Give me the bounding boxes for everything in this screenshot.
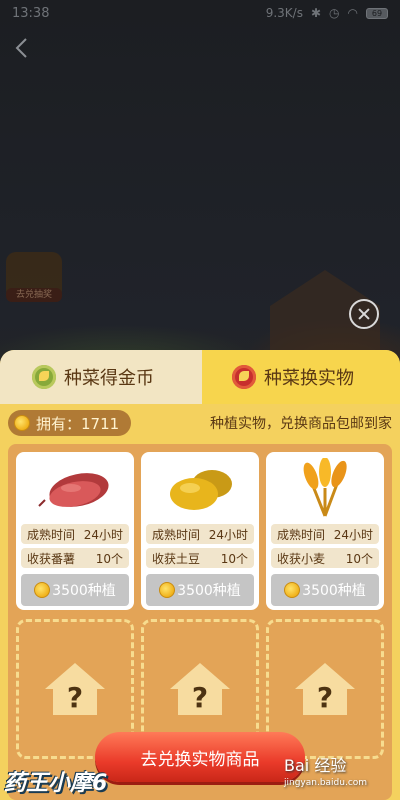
maturity-row: 成熟时间 24小时 — [146, 524, 254, 544]
owned-label: 拥有：1711 — [36, 414, 120, 433]
plant-price: 3500种植 — [177, 583, 241, 599]
owned-row: 拥有：1711 种植实物，兑换商品包邮到家 — [0, 408, 400, 438]
network-speed: 9.3K/s — [265, 6, 303, 20]
svg-text:?: ? — [192, 681, 208, 714]
lottery-badge-label: 去兑抽奖 — [6, 288, 62, 302]
locked-house-icon: ? — [295, 663, 355, 715]
coin-icon — [159, 582, 176, 598]
tab-exchange-goods[interactable]: 种菜换实物 — [202, 350, 400, 404]
plant-price: 3500种植 — [52, 583, 116, 599]
locked-house-icon: ? — [45, 663, 105, 715]
locked-house-icon: ? — [170, 663, 230, 715]
plant-price: 3500种植 — [302, 583, 366, 599]
maturity-label: 成熟时间 — [152, 527, 201, 542]
potato-icon — [146, 456, 254, 520]
coin-plant-icon — [32, 365, 56, 389]
wheat-icon — [271, 456, 379, 520]
crop-card-wheat[interactable]: 成熟时间 24小时 收获小麦 10个 3500种植 — [266, 452, 384, 610]
harvest-label: 收获土豆 — [152, 551, 201, 566]
watermark-baidu-label: Bai 经验 — [284, 756, 347, 775]
svg-text:?: ? — [317, 681, 333, 714]
harvest-count: 10个 — [345, 551, 373, 566]
watermark-baidu: Bai 经验 jingyan.baidu.com — [284, 752, 367, 788]
maturity-label: 成熟时间 — [27, 527, 76, 542]
plant-button[interactable]: 3500种植 — [21, 574, 129, 606]
sweet-potato-icon — [21, 456, 129, 520]
close-button[interactable] — [349, 299, 379, 329]
coin-icon — [284, 582, 301, 598]
leaf-icon — [232, 365, 256, 389]
status-time: 13:38 — [12, 5, 50, 21]
status-bar: 13:38 9.3K/s ✱ ◷ ◠ 69 — [0, 0, 400, 26]
watermark-author: 药王小摩6 — [4, 771, 108, 796]
tab-label: 种菜换实物 — [264, 368, 354, 389]
shipping-note: 种植实物，兑换商品包邮到家 — [210, 416, 392, 432]
plant-button[interactable]: 3500种植 — [271, 574, 379, 606]
svg-text:?: ? — [67, 681, 83, 714]
exchange-goods-button[interactable]: 去兑换实物商品 — [95, 732, 305, 782]
status-icons: 9.3K/s ✱ ◷ ◠ 69 — [266, 6, 388, 20]
alarm-icon: ◷ — [329, 6, 340, 20]
harvest-label: 收获番薯 — [27, 551, 76, 566]
maturity-label: 成熟时间 — [277, 527, 326, 542]
maturity-value: 24小时 — [83, 527, 123, 542]
harvest-count: 10个 — [220, 551, 248, 566]
battery-icon: 69 — [366, 7, 388, 19]
harvest-row: 收获小麦 10个 — [271, 548, 379, 568]
bluetooth-icon: ✱ — [310, 6, 322, 20]
crop-card-potato[interactable]: 成熟时间 24小时 收获土豆 10个 3500种植 — [141, 452, 259, 610]
tab-label: 种菜得金币 — [64, 368, 154, 389]
owned-pill: 拥有：1711 — [8, 410, 132, 436]
maturity-value: 24小时 — [333, 527, 373, 542]
plant-button[interactable]: 3500种植 — [146, 574, 254, 606]
back-arrow-icon[interactable] — [10, 35, 36, 61]
harvest-row: 收获土豆 10个 — [146, 548, 254, 568]
harvest-row: 收获番薯 10个 — [21, 548, 129, 568]
maturity-row: 成熟时间 24小时 — [21, 524, 129, 544]
harvest-label: 收获小麦 — [277, 551, 326, 566]
watermark-baidu-url: jingyan.baidu.com — [284, 778, 368, 788]
wifi-icon: ◠ — [347, 6, 358, 20]
coin-icon — [34, 582, 51, 598]
maturity-value: 24小时 — [208, 527, 248, 542]
coin-icon — [14, 415, 30, 431]
tab-earn-coins[interactable]: 种菜得金币 — [0, 350, 202, 404]
harvest-count: 10个 — [95, 551, 123, 566]
crop-card-sweet-potato[interactable]: 成熟时间 24小时 收获番薯 10个 3500种植 — [16, 452, 134, 610]
maturity-row: 成熟时间 24小时 — [271, 524, 379, 544]
